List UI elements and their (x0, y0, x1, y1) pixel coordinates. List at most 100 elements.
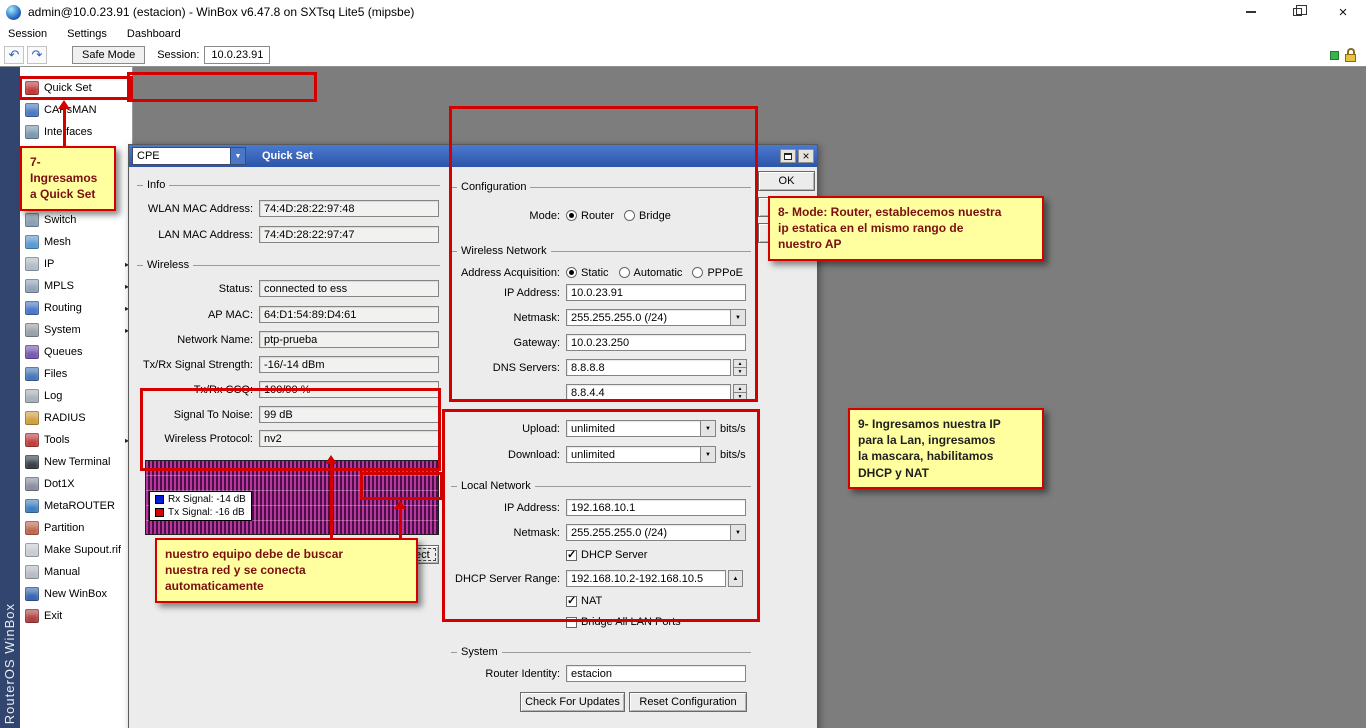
dhcp-range-up-icon[interactable]: ▲ (728, 570, 743, 587)
lan-netmask-dropdown-icon[interactable]: ▼ (731, 524, 746, 541)
dialog-close-button[interactable]: × (798, 149, 814, 163)
sidebar-item-switch[interactable]: Switch (20, 209, 132, 231)
session-value-field[interactable]: 10.0.23.91 (204, 46, 270, 64)
restore-button[interactable] (1274, 0, 1320, 24)
spinner-up-icon[interactable]: ▲ (733, 384, 747, 393)
acq-pppoe-radio[interactable] (692, 267, 703, 278)
spinner-down-icon[interactable]: ▼ (733, 368, 747, 376)
window-controls: × (1228, 0, 1366, 24)
wlan-mac-row: WLAN MAC Address: 74:4D:28:22:97:48 (137, 200, 440, 217)
lan-netmask-field[interactable]: 255.255.255.0 (/24) (566, 524, 731, 541)
sidebar-item-metarouter[interactable]: MetaROUTER (20, 495, 132, 517)
annotation-step7: 7- Ingresamos a Quick Set (20, 146, 116, 211)
sidebar-item-dot1x[interactable]: Dot1X (20, 473, 132, 495)
dns-secondary-field[interactable]: 8.8.4.4 (566, 384, 731, 401)
spinner-down-icon[interactable]: ▼ (733, 393, 747, 401)
sidebar-item-make-supout[interactable]: Make Supout.rif (20, 539, 132, 561)
sidebar-item-partition[interactable]: Partition (20, 517, 132, 539)
router-identity-field[interactable]: estacion (566, 665, 746, 682)
dhcp-range-field[interactable]: 192.168.10.2-192.168.10.5 (566, 570, 726, 587)
safe-mode-button[interactable]: Safe Mode (72, 46, 145, 64)
menu-settings[interactable]: Settings (67, 28, 107, 40)
preset-combo[interactable]: CPE ▼ (132, 147, 246, 165)
acq-automatic-radio[interactable] (619, 267, 630, 278)
annotation-step8: 8- Mode: Router, establecemos nuestra ip… (768, 196, 1044, 261)
acq-static-radio[interactable] (566, 267, 577, 278)
wan-netmask-dropdown-icon[interactable]: ▼ (731, 309, 746, 326)
upload-field[interactable]: unlimited (566, 420, 701, 437)
dhcp-server-checkbox[interactable] (566, 550, 577, 561)
nat-row: NAT (566, 594, 612, 608)
bridge-all-lan-ports-checkbox[interactable] (566, 617, 577, 628)
sidebar-item-routing[interactable]: Routing ▸ (20, 297, 132, 319)
sidebar-item-queues[interactable]: Queues (20, 341, 132, 363)
nat-checkbox[interactable] (566, 596, 577, 607)
sidebar-item-log[interactable]: Log (20, 385, 132, 407)
gateway-row: Gateway: 10.0.23.250 (451, 334, 751, 351)
redo-button[interactable]: ↷ (27, 46, 47, 64)
mode-bridge-radio[interactable] (624, 210, 635, 221)
dot1x-icon (25, 477, 39, 491)
sidebar-item-manual[interactable]: Manual (20, 561, 132, 583)
address-acquisition-row: Address Acquisition: Static Automatic PP… (451, 264, 751, 281)
menubar: Session Settings Dashboard (0, 24, 1366, 44)
undo-button[interactable]: ↶ (4, 46, 24, 64)
sidebar-item-tools[interactable]: Tools ▸ (20, 429, 132, 451)
reset-configuration-button[interactable]: Reset Configuration (629, 692, 747, 712)
wan-netmask-label: Netmask: (451, 312, 566, 324)
sidebar-item-files[interactable]: Files (20, 363, 132, 385)
sidebar-item-ip[interactable]: IP ▸ (20, 253, 132, 275)
toolbar-status (1330, 48, 1362, 62)
spinner-up-icon[interactable]: ▲ (733, 359, 747, 368)
sidebar-item-capsman[interactable]: CAPsMAN (20, 99, 132, 121)
dialog-restore-button[interactable] (780, 149, 796, 163)
gateway-field[interactable]: 10.0.23.250 (566, 334, 746, 351)
snr-row: Signal To Noise: 99 dB (137, 406, 440, 423)
sidebar-item-quick-set[interactable]: Quick Set (20, 77, 132, 99)
wireless-protocol-field[interactable]: nv2 (259, 430, 439, 447)
ap-mac-field[interactable]: 64:D1:54:89:D4:61 (259, 306, 439, 323)
signal-strength-field[interactable]: -16/-14 dBm (259, 356, 439, 373)
sidebar-item-mesh[interactable]: Mesh (20, 231, 132, 253)
dialog-titlebar[interactable]: CPE ▼ Quick Set × (129, 145, 817, 167)
combo-dropdown-icon[interactable]: ▼ (230, 148, 245, 164)
sidebar-item-interfaces[interactable]: Interfaces (20, 121, 132, 143)
rx-signal-swatch-icon (155, 495, 164, 504)
snr-field[interactable]: 99 dB (259, 406, 439, 423)
network-name-field[interactable]: ptp-prueba (259, 331, 439, 348)
minimize-button[interactable] (1228, 0, 1274, 24)
wlan-mac-field[interactable]: 74:4D:28:22:97:48 (259, 200, 439, 217)
bridge-all-row: Bridge All LAN Ports (566, 615, 691, 629)
dns-primary-row: DNS Servers: 8.8.8.8 ▲ ▼ (451, 359, 751, 376)
acq-pppoe-label: PPPoE (707, 267, 742, 279)
redo-icon: ↷ (32, 47, 43, 63)
download-field[interactable]: unlimited (566, 446, 701, 463)
sidebar-item-exit[interactable]: Exit (20, 605, 132, 627)
upload-dropdown-icon[interactable]: ▼ (701, 420, 716, 437)
download-row: Download: unlimited ▼ bits/s (451, 446, 751, 463)
mode-router-radio[interactable] (566, 210, 577, 221)
ccq-field[interactable]: 100/90 % (259, 381, 439, 398)
wireless-protocol-row: Wireless Protocol: nv2 (137, 430, 440, 447)
menu-session[interactable]: Session (8, 28, 47, 40)
sidebar-item-new-winbox[interactable]: New WinBox (20, 583, 132, 605)
sidebar-item-system[interactable]: System ▸ (20, 319, 132, 341)
sidebar-item-radius[interactable]: RADIUS (20, 407, 132, 429)
lan-ip-field[interactable]: 192.168.10.1 (566, 499, 746, 516)
check-for-updates-button[interactable]: Check For Updates (520, 692, 625, 712)
dns-primary-field[interactable]: 8.8.8.8 (566, 359, 731, 376)
wan-netmask-field[interactable]: 255.255.255.0 (/24) (566, 309, 731, 326)
menu-dashboard[interactable]: Dashboard (127, 28, 181, 40)
workspace: RouterOS WinBox Quick Set CAPsMAN Interf… (0, 67, 1366, 728)
close-button[interactable]: × (1320, 0, 1366, 24)
status-field[interactable]: connected to ess (259, 280, 439, 297)
sidebar-item-new-terminal[interactable]: New Terminal (20, 451, 132, 473)
wan-ip-field[interactable]: 10.0.23.91 (566, 284, 746, 301)
signal-graph: Rx Signal: -14 dB Tx Signal: -16 dB (145, 460, 439, 535)
dialog-restore-icon (784, 153, 792, 160)
router-identity-label: Router Identity: (451, 668, 566, 680)
download-dropdown-icon[interactable]: ▼ (701, 446, 716, 463)
lan-mac-field[interactable]: 74:4D:28:22:97:47 (259, 226, 439, 243)
sidebar-item-mpls[interactable]: MPLS ▸ (20, 275, 132, 297)
ok-button[interactable]: OK (758, 171, 815, 191)
